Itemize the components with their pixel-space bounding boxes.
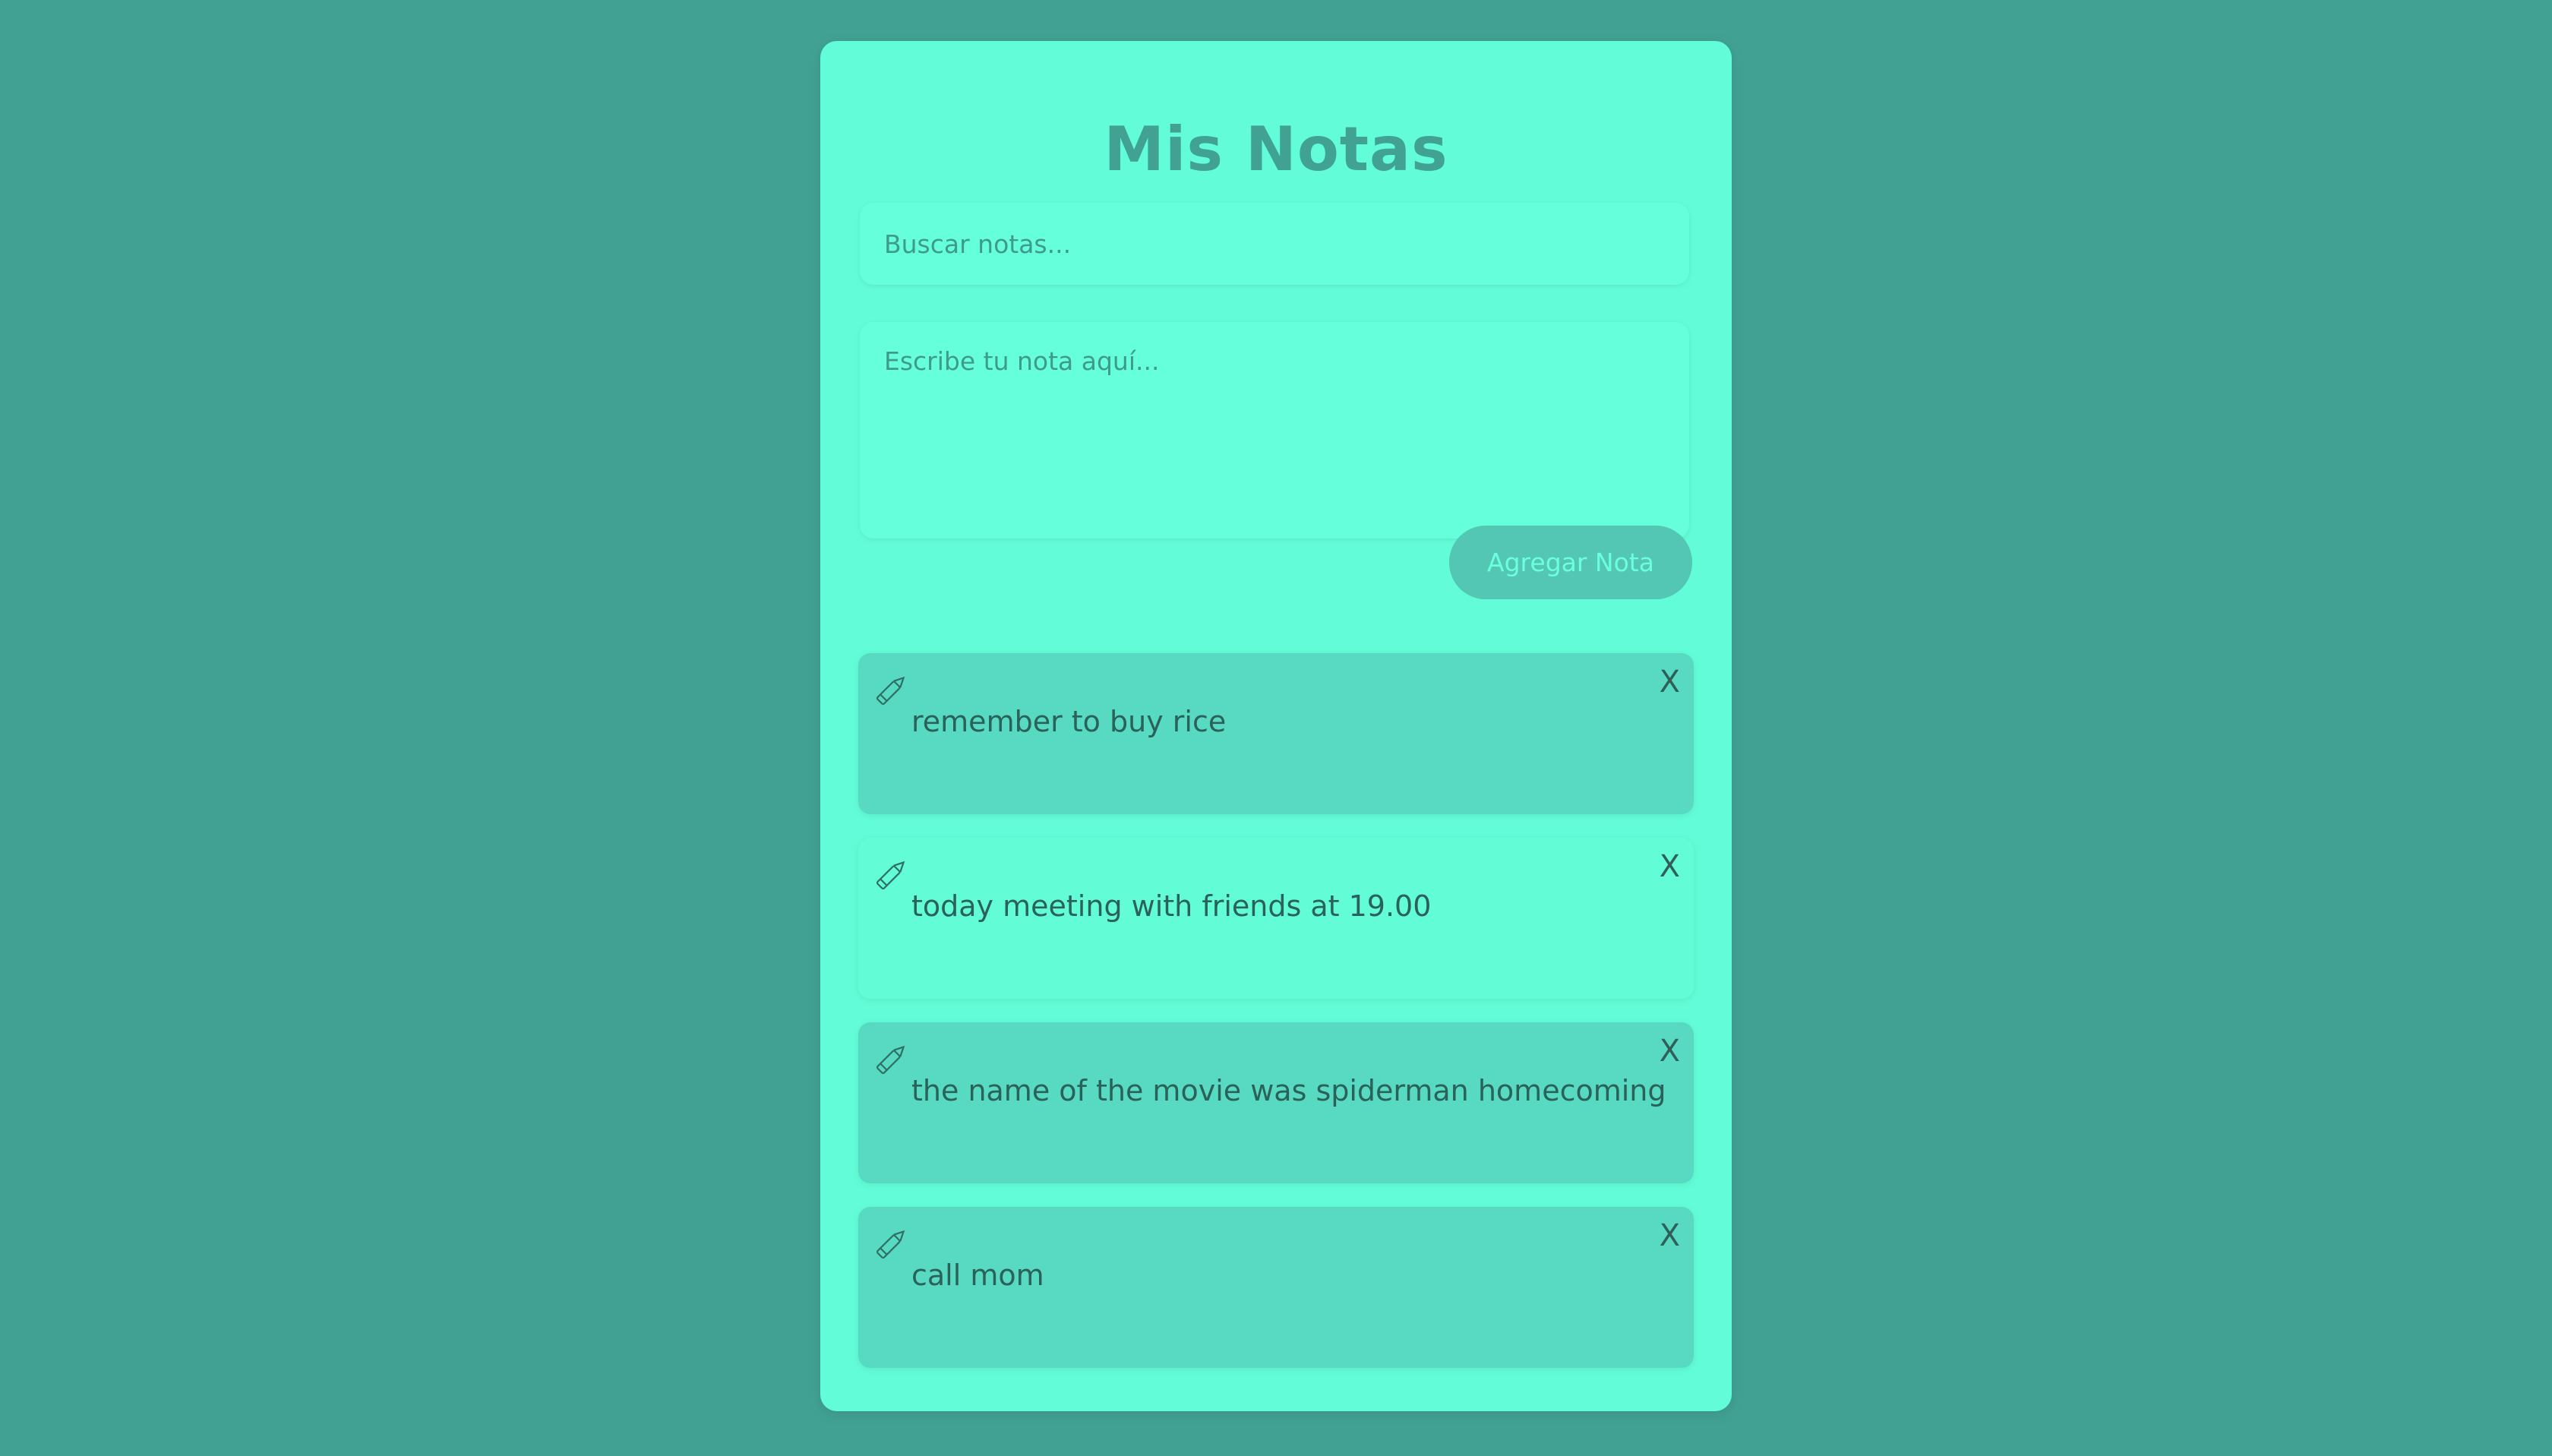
delete-note-button[interactable]: X	[1660, 1221, 1680, 1251]
delete-note-button[interactable]: X	[1660, 1036, 1680, 1066]
pencil-icon[interactable]	[872, 854, 911, 894]
notes-card: Mis Notas Agregar Nota remember to buy r…	[820, 41, 1732, 1411]
note-text: call mom	[911, 1259, 1044, 1292]
pencil-icon[interactable]	[872, 670, 911, 709]
delete-note-button[interactable]: X	[1660, 851, 1680, 882]
note-item: the name of the movie was spiderman home…	[858, 1022, 1694, 1183]
note-item: today meeting with friends at 19.00 X	[858, 838, 1694, 999]
notes-list: remember to buy rice X today meeting wit…	[858, 653, 1694, 1391]
search-input[interactable]	[860, 203, 1689, 285]
add-note-button[interactable]: Agregar Nota	[1449, 526, 1692, 599]
note-item: call mom X	[858, 1207, 1694, 1368]
note-textarea[interactable]	[860, 322, 1689, 538]
page-title: Mis Notas	[1104, 114, 1448, 185]
note-text: remember to buy rice	[911, 705, 1227, 738]
delete-note-button[interactable]: X	[1660, 667, 1680, 697]
note-text: the name of the movie was spiderman home…	[911, 1074, 1666, 1107]
pencil-icon[interactable]	[872, 1224, 911, 1263]
pencil-icon[interactable]	[872, 1039, 911, 1079]
note-text: today meeting with friends at 19.00	[911, 889, 1432, 923]
note-item: remember to buy rice X	[858, 653, 1694, 814]
